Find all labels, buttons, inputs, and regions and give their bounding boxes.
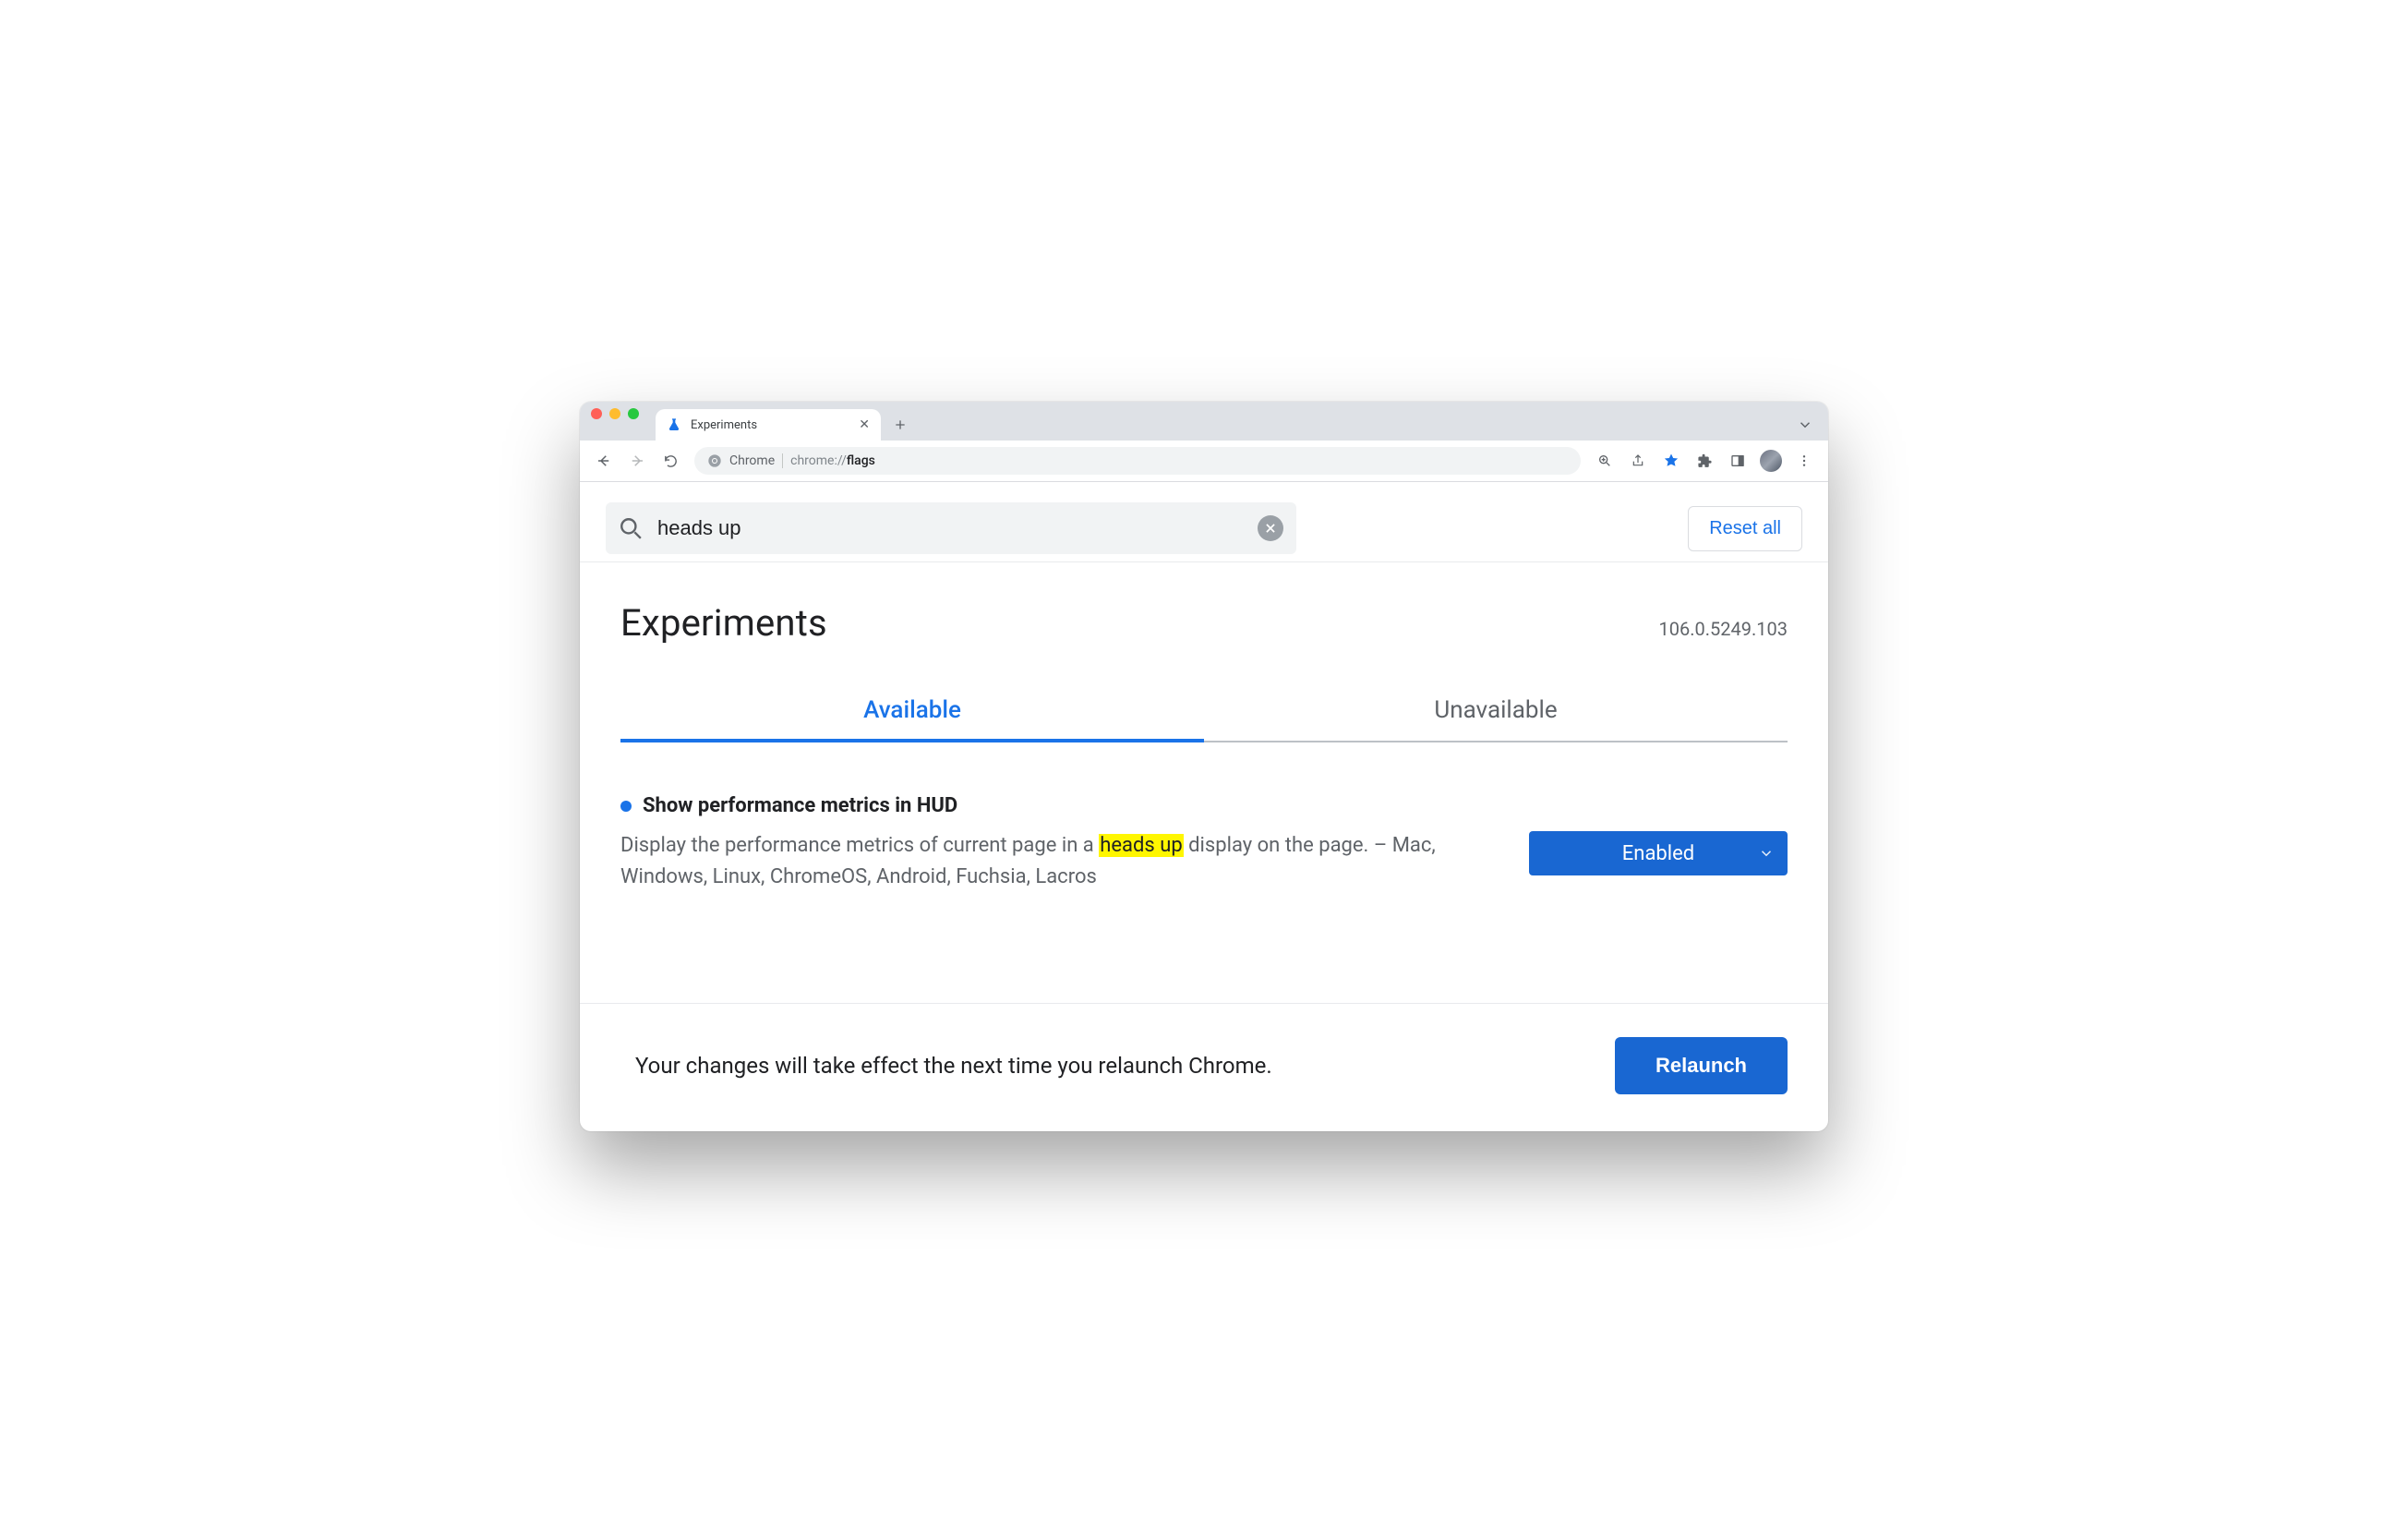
window-controls <box>591 402 639 433</box>
flags-search-input[interactable] <box>656 515 1245 541</box>
close-tab-icon[interactable]: ✕ <box>859 418 870 431</box>
chrome-version: 106.0.5249.103 <box>1659 618 1788 640</box>
tab-title: Experiments <box>691 418 849 432</box>
tabs-dropdown-button[interactable] <box>1793 413 1817 437</box>
reset-all-button[interactable]: Reset all <box>1688 506 1802 551</box>
flags-tabs: Available Unavailable <box>620 683 1788 742</box>
page-header: Experiments 106.0.5249.103 <box>580 562 1828 650</box>
forward-button[interactable] <box>622 446 652 476</box>
flag-item: Show performance metrics in HUD Display … <box>580 742 1828 893</box>
url-text: chrome://flags <box>790 453 875 468</box>
reload-button[interactable] <box>656 446 685 476</box>
zoom-window-button[interactable] <box>628 408 639 419</box>
share-icon[interactable] <box>1623 446 1653 476</box>
minimize-window-button[interactable] <box>609 408 620 419</box>
modified-indicator-icon <box>620 801 632 812</box>
close-window-button[interactable] <box>591 408 602 419</box>
flag-text: Show performance metrics in HUD Display … <box>620 794 1492 893</box>
url-separator <box>782 453 783 468</box>
flag-title: Show performance metrics in HUD <box>643 794 957 817</box>
profile-avatar[interactable] <box>1756 446 1786 476</box>
zoom-icon[interactable] <box>1590 446 1619 476</box>
address-bar[interactable]: Chrome chrome://flags <box>694 447 1581 475</box>
flask-icon <box>667 417 681 432</box>
relaunch-footer: Your changes will take effect the next t… <box>580 1003 1828 1131</box>
browser-tab[interactable]: Experiments ✕ <box>656 409 881 441</box>
chevron-down-icon <box>1758 845 1775 862</box>
flag-state-value: Enabled <box>1622 842 1694 865</box>
search-icon <box>619 516 643 540</box>
sidepanel-icon[interactable] <box>1723 446 1752 476</box>
chrome-icon <box>707 453 722 468</box>
page-title: Experiments <box>620 601 827 645</box>
browser-toolbar: Chrome chrome://flags <box>580 441 1828 482</box>
back-button[interactable] <box>589 446 619 476</box>
relaunch-button[interactable]: Relaunch <box>1615 1037 1788 1094</box>
tab-unavailable[interactable]: Unavailable <box>1204 683 1788 742</box>
flag-state-dropdown[interactable]: Enabled <box>1529 831 1788 875</box>
extensions-icon[interactable] <box>1690 446 1719 476</box>
tab-available[interactable]: Available <box>620 683 1204 742</box>
new-tab-button[interactable] <box>886 411 914 439</box>
clear-search-button[interactable] <box>1258 515 1283 541</box>
flags-search-box[interactable] <box>606 502 1296 554</box>
window-titlebar: Experiments ✕ <box>580 402 1828 441</box>
url-chip: Chrome <box>729 453 775 468</box>
page-content: Reset all Experiments 106.0.5249.103 Ava… <box>580 482 1828 1131</box>
flag-title-row: Show performance metrics in HUD <box>620 794 1492 817</box>
search-highlight: heads up <box>1099 834 1183 857</box>
kebab-menu-icon[interactable] <box>1789 446 1819 476</box>
bookmark-star-icon[interactable] <box>1656 446 1686 476</box>
search-row: Reset all <box>580 482 1828 562</box>
relaunch-message: Your changes will take effect the next t… <box>635 1053 1272 1079</box>
browser-window: Experiments ✕ Chrome chrome://flags <box>580 402 1828 1131</box>
flag-description: Display the performance metrics of curre… <box>620 830 1492 893</box>
